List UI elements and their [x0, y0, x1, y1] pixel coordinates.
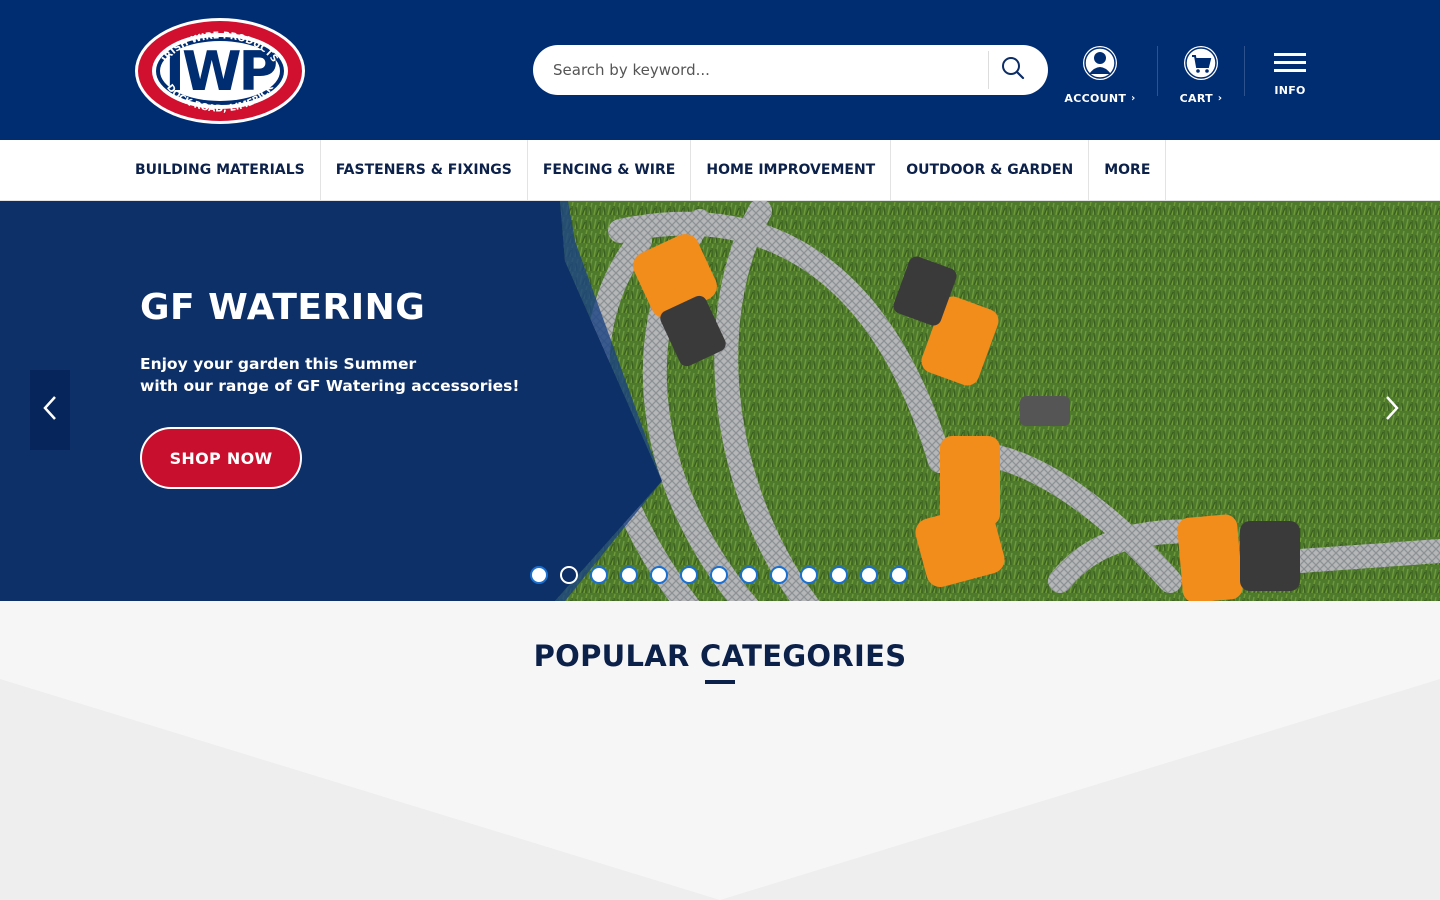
account-icon [1081, 44, 1119, 86]
hero-line-1: Enjoy your garden this Summer [140, 355, 417, 373]
search-icon [1001, 56, 1025, 84]
hero-title: GF WATERING [140, 287, 426, 328]
nav-item-outdoor-garden[interactable]: OUTDOOR & GARDEN [891, 140, 1090, 200]
popular-categories-title: POPULAR CATEGORIES [533, 639, 907, 673]
carousel-dot[interactable] [800, 566, 818, 584]
carousel-dot[interactable] [650, 566, 668, 584]
carousel-dot[interactable] [860, 566, 878, 584]
chevron-left-icon [41, 394, 59, 426]
chevron-right-icon: › [1217, 93, 1223, 104]
hamburger-menu-icon [1274, 52, 1306, 78]
chevron-right-icon: › [1131, 93, 1136, 104]
cart-label: CART [1179, 92, 1213, 105]
carousel-dot[interactable] [890, 566, 908, 584]
header-divider [1244, 46, 1245, 96]
nav-item-more[interactable]: MORE [1089, 140, 1167, 200]
account-label: ACCOUNT [1064, 92, 1127, 105]
info-menu-button[interactable]: INFO [1266, 52, 1314, 97]
nav-item-fencing-wire[interactable]: FENCING & WIRE [528, 140, 692, 200]
info-label: INFO [1274, 84, 1306, 97]
carousel-dot[interactable] [590, 566, 608, 584]
search-input[interactable] [553, 45, 993, 95]
search-button[interactable] [995, 53, 1031, 87]
main-nav: BUILDING MATERIALS FASTENERS & FIXINGS F… [0, 140, 1440, 201]
carousel-dot[interactable] [830, 566, 848, 584]
carousel-dot[interactable] [620, 566, 638, 584]
shop-now-button[interactable]: SHOP NOW [140, 427, 302, 489]
carousel-dot[interactable] [530, 566, 548, 584]
carousel-dot[interactable] [680, 566, 698, 584]
title-underline [705, 680, 735, 684]
hero-line-2: with our range of GF Watering accessorie… [140, 377, 520, 395]
cart-icon [1182, 44, 1220, 86]
carousel-prev-button[interactable] [30, 370, 70, 450]
chevron-right-icon [1383, 394, 1401, 426]
account-link[interactable]: ACCOUNT › [1062, 44, 1138, 105]
hero-image [0, 201, 1440, 601]
header-divider [1157, 46, 1158, 96]
search-divider [988, 51, 989, 89]
carousel-dot[interactable] [560, 566, 578, 584]
carousel-next-button[interactable] [1372, 390, 1412, 430]
carousel-dots [530, 566, 908, 584]
carousel-dot[interactable] [710, 566, 728, 584]
nav-item-home-improvement[interactable]: HOME IMPROVEMENT [691, 140, 892, 200]
cart-link[interactable]: CART › [1172, 44, 1230, 105]
popular-categories-section: POPULAR CATEGORIES [0, 601, 1440, 900]
site-header: IWP IRISH WIRE PRODUCTS DOCK ROAD, LIMER… [0, 0, 1440, 140]
carousel-dot[interactable] [740, 566, 758, 584]
hero-banner: GF WATERING Enjoy your garden this Summe… [0, 201, 1440, 601]
carousel-dot[interactable] [770, 566, 788, 584]
hero-description: Enjoy your garden this Summer with our r… [140, 353, 540, 397]
iwp-logo[interactable]: IWP IRISH WIRE PRODUCTS DOCK ROAD, LIMER… [134, 16, 306, 126]
nav-item-building-materials[interactable]: BUILDING MATERIALS [120, 140, 321, 200]
search-bar [533, 45, 1048, 95]
nav-item-fasteners-fixings[interactable]: FASTENERS & FIXINGS [321, 140, 528, 200]
